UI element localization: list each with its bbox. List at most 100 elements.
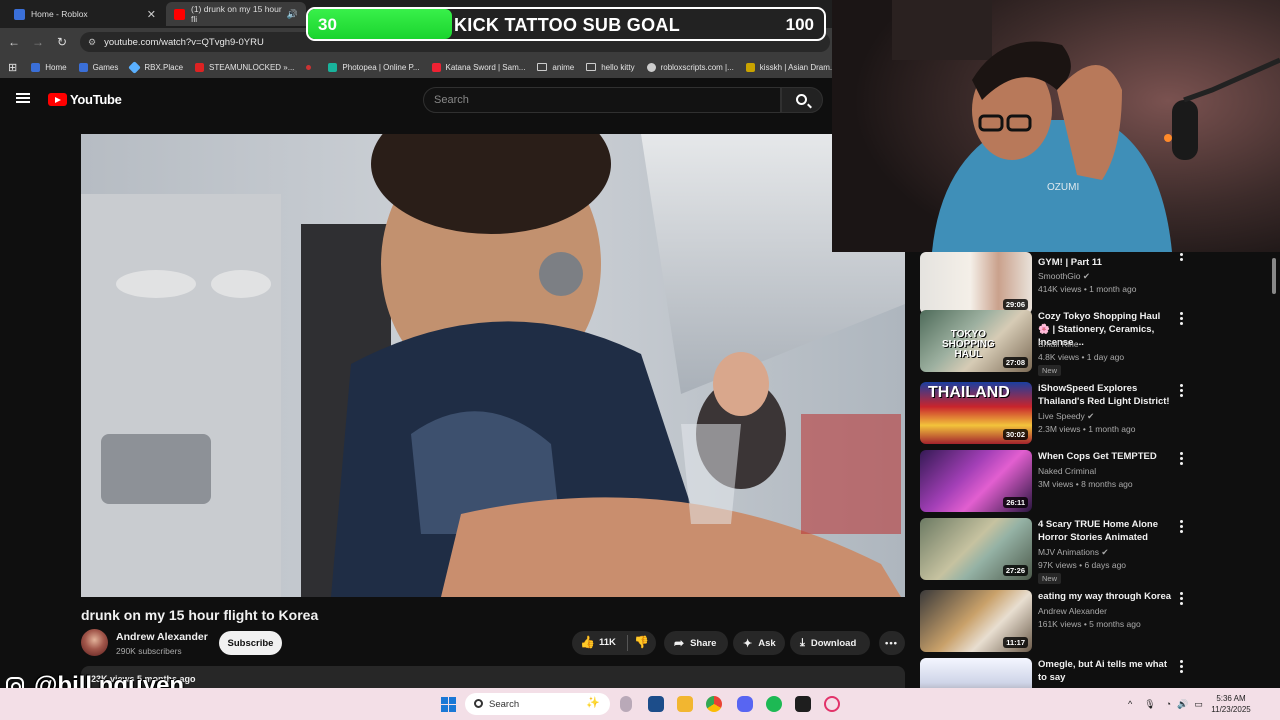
site-info-icon[interactable]: ⚙ xyxy=(88,37,96,48)
video-thumbnail[interactable]: 27:26 xyxy=(920,518,1032,580)
red-dot-icon xyxy=(306,64,312,70)
thumbs-down-icon[interactable]: 👎 xyxy=(634,635,649,649)
close-tab-icon[interactable]: ✕ xyxy=(147,8,156,21)
reload-icon[interactable]: ↻ xyxy=(50,35,74,49)
recommendation-item[interactable]: THAILAND 30:02 iShowSpeed Explores Thail… xyxy=(920,382,1190,446)
app-icon[interactable] xyxy=(795,696,811,712)
more-options-icon[interactable] xyxy=(1180,660,1184,673)
bookmark-games[interactable]: Games xyxy=(78,62,118,72)
tab-youtube[interactable]: (1) drunk on my 15 hour fli 🔊 xyxy=(166,2,306,26)
video-thumbnail[interactable]: 29:06 xyxy=(920,252,1032,314)
menu-icon[interactable] xyxy=(16,93,30,103)
back-icon[interactable]: ← xyxy=(2,35,26,49)
discord-icon[interactable] xyxy=(737,696,753,712)
recommendation-title[interactable]: 4 Scary TRUE Home Alone Horror Stories A… xyxy=(1038,518,1174,544)
recommendation-title[interactable]: GYM! | Part 11 xyxy=(1038,256,1174,269)
taskbar-search-input[interactable]: Search ✨ xyxy=(465,693,610,715)
video-thumbnail[interactable]: 11:17 xyxy=(920,590,1032,652)
bookmark-unnamed[interactable] xyxy=(306,64,316,70)
search-button[interactable] xyxy=(781,87,823,113)
scrollbar-thumb[interactable] xyxy=(1272,258,1276,294)
apps-grid-icon[interactable]: ⊞ xyxy=(8,61,17,74)
more-actions-button[interactable]: ••• xyxy=(879,631,905,655)
search-icon xyxy=(796,94,807,105)
clock-date: 11/23/2025 xyxy=(1211,705,1251,714)
new-badge: New xyxy=(1038,365,1062,376)
widgets-app-icon[interactable] xyxy=(648,696,664,712)
search-input[interactable]: Search xyxy=(423,87,781,113)
chrome-icon[interactable] xyxy=(706,696,722,712)
youtube-logo-icon[interactable] xyxy=(48,93,67,106)
speaker-icon[interactable]: 🔊 xyxy=(287,9,298,20)
share-button[interactable]: ➦ Share xyxy=(664,631,728,655)
microphone-icon[interactable]: 🎙 xyxy=(1144,699,1155,710)
more-options-icon[interactable] xyxy=(1180,452,1184,465)
bookmark-kisskh[interactable]: kisskh | Asian Dram... xyxy=(745,62,837,72)
forward-icon[interactable]: → xyxy=(26,35,50,49)
channel-name[interactable]: Andrew Alexander xyxy=(116,631,208,643)
tab-roblox[interactable]: Home - Roblox ✕ xyxy=(6,2,164,26)
subscriber-count: 290K subscribers xyxy=(116,646,182,656)
recommendation-title[interactable]: eating my way through Korea xyxy=(1038,590,1174,603)
recommendation-channel[interactable]: Naked Criminal xyxy=(1038,466,1096,476)
bookmark-anime[interactable]: anime xyxy=(537,63,574,72)
divider xyxy=(627,635,628,651)
thumbs-up-icon[interactable]: 👍 xyxy=(580,635,595,649)
thumbnail-art: TOKYO SHOPPING HAUL xyxy=(942,329,995,360)
bookmark-home[interactable]: Home xyxy=(31,62,67,72)
recommendation-item[interactable]: 26:11 When Cops Get TEMPTED Naked Crimin… xyxy=(920,450,1190,514)
channel-avatar[interactable] xyxy=(81,629,108,656)
bookmark-photopea[interactable]: Photopea | Online P... xyxy=(328,62,420,72)
spotify-icon[interactable] xyxy=(766,696,782,712)
file-explorer-icon[interactable] xyxy=(677,696,693,712)
recommendation-item[interactable]: 29:06 GYM! | Part 11 SmoothGio ✔ 414K vi… xyxy=(920,248,1190,316)
more-options-icon[interactable] xyxy=(1180,312,1184,325)
recommendation-item[interactable]: Omegle, but Ai tells me what to say xyxy=(920,658,1190,688)
recommendation-channel[interactable]: Small Kine xyxy=(1038,339,1079,349)
opera-icon[interactable] xyxy=(824,696,840,712)
bookmark-label: hello kitty xyxy=(601,62,635,72)
recommendation-channel[interactable]: SmoothGio ✔ xyxy=(1038,271,1090,282)
webcam-image: OZUMI xyxy=(832,0,1280,252)
duration-badge: 27:26 xyxy=(1002,565,1028,576)
recommendation-item[interactable]: 11:17 eating my way through Korea Andrew… xyxy=(920,590,1190,654)
video-thumbnail[interactable]: THAILAND 30:02 xyxy=(920,382,1032,444)
recommendation-channel[interactable]: Live Speedy ✔ xyxy=(1038,411,1094,422)
more-options-icon[interactable] xyxy=(1180,592,1184,605)
like-count[interactable]: 11K xyxy=(599,637,616,648)
scrollbar-track[interactable] xyxy=(1272,252,1277,682)
recommendation-title[interactable]: iShowSpeed Explores Thailand's Red Light… xyxy=(1038,382,1174,408)
video-player[interactable] xyxy=(81,134,905,597)
ask-label: Ask xyxy=(758,637,776,649)
recommendation-views: 97K views • 6 days ago xyxy=(1038,560,1127,570)
video-thumbnail[interactable]: 26:11 xyxy=(920,450,1032,512)
bookmark-robloxscripts[interactable]: robloxscripts.com |... xyxy=(646,62,734,72)
bookmark-hello-kitty[interactable]: hello kitty xyxy=(586,62,635,72)
recommendation-channel[interactable]: MJV Animations ✔ xyxy=(1038,547,1108,558)
system-tray: ^ 🎙 ◔ 🔊 ▭ xyxy=(1128,688,1203,720)
more-options-icon[interactable] xyxy=(1180,520,1184,533)
system-clock[interactable]: 5:36 AM 11/23/2025 xyxy=(1208,693,1254,715)
recommendation-title[interactable]: When Cops Get TEMPTED xyxy=(1038,450,1174,463)
ask-button[interactable]: ✦ Ask xyxy=(733,631,785,655)
video-thumbnail[interactable] xyxy=(920,658,1032,688)
mouse-app-icon[interactable] xyxy=(620,696,632,712)
more-options-icon[interactable] xyxy=(1180,384,1184,397)
wifi-icon[interactable]: ◔ xyxy=(1166,699,1171,709)
download-button[interactable]: ⤓ Download xyxy=(790,631,870,655)
bookmark-rbxplace[interactable]: RBX.Place xyxy=(128,60,183,74)
subscribe-button[interactable]: Subscribe xyxy=(219,631,282,655)
recommendation-item[interactable]: TOKYO SHOPPING HAUL 27:08 Cozy Tokyo Shopp… xyxy=(920,310,1190,376)
video-thumbnail[interactable]: TOKYO SHOPPING HAUL 27:08 xyxy=(920,310,1032,372)
recommendation-item[interactable]: 27:26 4 Scary TRUE Home Alone Horror Sto… xyxy=(920,518,1190,584)
recommendation-channel[interactable]: Andrew Alexander xyxy=(1038,606,1107,616)
recommendation-title[interactable]: Omegle, but Ai tells me what to say xyxy=(1038,658,1174,684)
bookmark-katana[interactable]: Katana Sword | Sam... xyxy=(431,62,525,72)
windows-start-icon[interactable] xyxy=(441,697,456,712)
volume-icon[interactable]: 🔊 xyxy=(1177,699,1188,710)
bookmark-steamunlocked[interactable]: STEAMUNLOCKED »... xyxy=(195,62,294,72)
chevron-up-icon[interactable]: ^ xyxy=(1128,699,1132,709)
sub-goal-overlay: 30 KICK TATTOO SUB GOAL 100 xyxy=(306,7,826,41)
youtube-logo-text[interactable]: YouTube xyxy=(70,92,122,107)
battery-icon[interactable]: ▭ xyxy=(1194,699,1203,710)
